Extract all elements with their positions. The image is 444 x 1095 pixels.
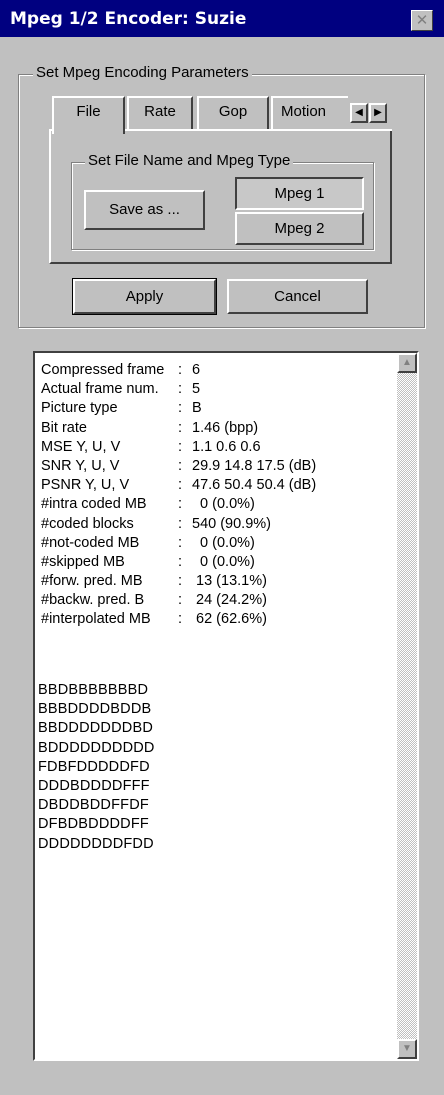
vertical-scrollbar[interactable]: ▲ ▼ (397, 353, 417, 1059)
stat-label: Picture type (41, 400, 118, 417)
stat-label: #skipped MB (41, 553, 125, 570)
tab-motion[interactable]: Motion (271, 96, 348, 129)
stat-value: 0 (0.0%) (192, 553, 255, 570)
arrow-left-icon: ◀ (355, 107, 363, 118)
stat-label: #forw. pred. MB (41, 573, 143, 590)
macroblock-row: BBDDDDDDDBD (38, 720, 153, 737)
file-group-label: Set File Name and Mpeg Type (85, 152, 294, 169)
stat-value: 0 (0.0%) (192, 534, 255, 551)
stat-label: MSE Y, U, V (41, 438, 121, 455)
save-as-label: Save as ... (109, 201, 180, 218)
params-group-label: Set Mpeg Encoding Parameters (33, 64, 252, 81)
macroblock-row: DFBDBDDDDFF (38, 816, 149, 833)
stat-value: 29.9 14.8 17.5 (dB) (192, 457, 317, 474)
scroll-down-button[interactable]: ▼ (397, 1039, 417, 1059)
macroblock-row: DBDDBDDFFDF (38, 797, 149, 814)
macroblock-row: BBDBBBBBBBD (38, 682, 149, 698)
stat-value: 1.1 0.6 0.6 (192, 438, 261, 455)
apply-label: Apply (125, 288, 164, 305)
apply-button[interactable]: Apply (72, 278, 217, 315)
cancel-label: Cancel (274, 288, 321, 305)
tab-gop-label: Gop (218, 103, 248, 120)
stat-label: #backw. pred. B (41, 592, 145, 609)
macroblock-row: BDDDDDDDDDD (38, 739, 155, 756)
tab-file[interactable]: File (52, 96, 125, 134)
stat-label: Compressed frame (41, 362, 165, 378)
stat-value: 13 (13.1%) (192, 573, 267, 590)
stat-value: 0 (0.0%) (192, 496, 255, 513)
stat-label: #interpolated MB (41, 611, 151, 628)
tab-scroll-left-button[interactable]: ◀ (350, 103, 368, 123)
stat-value: 62 (62.6%) (192, 611, 267, 628)
scroll-up-icon: ▲ (402, 357, 412, 368)
save-as-button[interactable]: Save as ... (84, 190, 205, 230)
cancel-button[interactable]: Cancel (227, 279, 368, 314)
tab-gop[interactable]: Gop (197, 96, 269, 129)
stat-value: 47.6 50.4 50.4 (dB) (192, 477, 317, 494)
tab-motion-label: Motion (281, 103, 327, 120)
stat-label: #not-coded MB (41, 534, 140, 551)
stat-value: 540 (90.9%) (192, 515, 271, 532)
macroblock-row: BBBDDDDBDDB (38, 701, 152, 718)
arrow-right-icon: ▶ (374, 107, 382, 118)
tab-rate-label: Rate (144, 103, 176, 120)
encoder-window: Mpeg 1/2 Encoder: Suzie ✕ Set Mpeg Encod… (0, 0, 444, 1095)
tab-file-label: File (76, 103, 101, 120)
mpeg1-label: Mpeg 1 (274, 185, 325, 202)
tab-scroll-right-button[interactable]: ▶ (369, 103, 387, 123)
stat-value: 5 (192, 381, 201, 398)
tab-rate[interactable]: Rate (127, 96, 193, 129)
tab-baseline (125, 129, 392, 131)
close-icon: ✕ (415, 11, 429, 29)
stat-label: #coded blocks (41, 515, 134, 532)
stat-label: Actual frame num. (41, 381, 159, 398)
stat-value: B (192, 400, 202, 417)
macroblock-type-grid: BBDBBBBBBBD BBBDDDDBDDB BBDDDDDDDBD BDDD… (38, 681, 155, 854)
stat-value: 24 (24.2%) (192, 592, 267, 609)
stat-value: 1.46 (bpp) (192, 419, 259, 436)
mpeg1-button[interactable]: Mpeg 1 (235, 177, 364, 210)
scroll-up-button[interactable]: ▲ (397, 353, 417, 373)
close-button[interactable]: ✕ (411, 10, 433, 31)
stat-label: SNR Y, U, V (41, 457, 120, 474)
stat-label: Bit rate (41, 419, 87, 436)
macroblock-row: DDDBDDDDFFF (38, 777, 150, 794)
scroll-down-icon: ▼ (402, 1043, 412, 1054)
window-title: Mpeg 1/2 Encoder: Suzie (10, 9, 247, 29)
mpeg2-label: Mpeg 2 (274, 220, 325, 237)
title-bar[interactable]: Mpeg 1/2 Encoder: Suzie ✕ (0, 0, 444, 37)
macroblock-row: DDDDDDDDFDD (38, 835, 154, 852)
macroblock-row: FDBFDDDDDFD (38, 758, 150, 775)
mpeg2-button[interactable]: Mpeg 2 (235, 212, 364, 245)
encoder-output-textarea[interactable]: Compressed frame:6 Actual frame num.:5 P… (33, 351, 419, 1061)
stat-label: #intra coded MB (41, 496, 147, 513)
stat-label: PSNR Y, U, V (41, 477, 130, 494)
stat-value: 6 (192, 362, 201, 378)
